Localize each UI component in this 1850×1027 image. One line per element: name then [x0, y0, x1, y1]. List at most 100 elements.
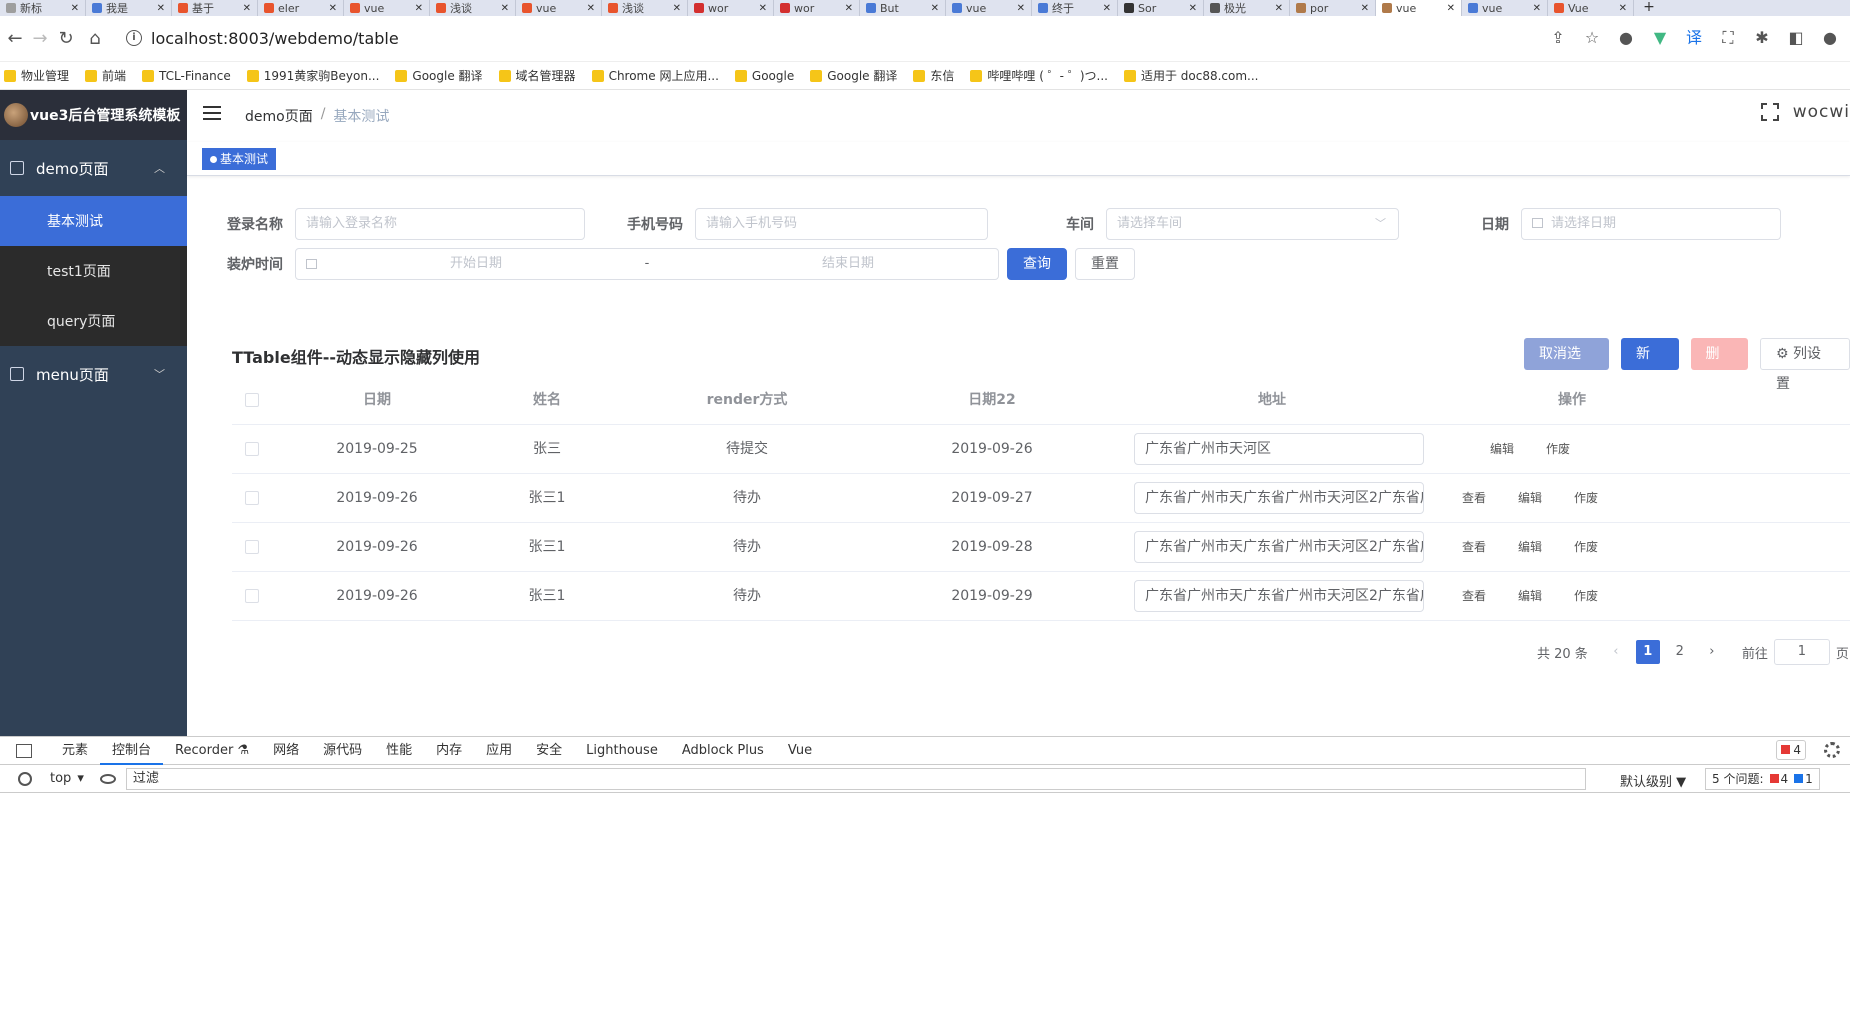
column-header[interactable]: 日期22: [862, 376, 1122, 425]
page-number[interactable]: 1: [1635, 640, 1660, 664]
settings-gear-icon[interactable]: [1824, 742, 1840, 758]
browser-tab[interactable]: vue ✕: [1376, 0, 1462, 16]
column-header[interactable]: render方式: [632, 376, 862, 425]
close-icon[interactable]: ✕: [329, 3, 337, 14]
bookmark-item[interactable]: Google 翻译: [395, 67, 483, 84]
translate-icon[interactable]: 译: [1684, 28, 1704, 48]
browser-tab[interactable]: vue ✕: [946, 0, 1032, 16]
table-row[interactable]: 2019-09-26 张三1 待办 2019-09-29 广东省广州市天广东省广州市天河…: [232, 572, 1850, 621]
table-row[interactable]: 2019-09-26 张三1 待办 2019-09-28 广东省广州市天广东省广州市天河…: [232, 523, 1850, 572]
browser-tab[interactable]: 新标 ✕: [0, 0, 86, 16]
action-link[interactable]: 作废: [1574, 474, 1598, 523]
sidepanel-icon[interactable]: ◧: [1786, 28, 1806, 48]
browser-tab[interactable]: wor ✕: [688, 0, 774, 16]
devtools-tab[interactable]: 元素: [50, 737, 100, 765]
next-page-icon[interactable]: ›: [1700, 640, 1724, 664]
browser-tab[interactable]: eler ✕: [258, 0, 344, 16]
menu-menu[interactable]: menu页面 ﹀: [0, 346, 187, 402]
date-picker[interactable]: 请选择日期: [1521, 208, 1781, 240]
devtools-tab[interactable]: 安全: [524, 737, 574, 765]
clear-console-icon[interactable]: [18, 771, 32, 786]
close-icon[interactable]: ✕: [1619, 3, 1627, 14]
browser-tab[interactable]: 我是 ✕: [86, 0, 172, 16]
home-icon[interactable]: ⌂: [85, 29, 105, 49]
phone-input[interactable]: 请输入手机号码: [695, 208, 988, 240]
new-tab-button[interactable]: +: [1634, 0, 1664, 14]
close-icon[interactable]: ✕: [71, 3, 79, 14]
address-input[interactable]: 广东省广州市天广东省广州市天河区2广东省广州市天河区: [1134, 580, 1424, 612]
action-link[interactable]: 编辑: [1518, 523, 1542, 572]
column-header[interactable]: 日期: [292, 376, 462, 425]
error-count-badge[interactable]: 4: [1776, 740, 1806, 760]
menu-item-basic-test[interactable]: 基本测试: [0, 196, 187, 246]
screenshot-icon[interactable]: ⛶: [1718, 28, 1738, 48]
browser-tab[interactable]: But ✕: [860, 0, 946, 16]
close-icon[interactable]: ✕: [415, 3, 423, 14]
devtools-tab[interactable]: 应用: [474, 737, 524, 765]
devtools-tab[interactable]: Recorder ⚗: [163, 737, 261, 765]
bookmark-item[interactable]: 前端: [85, 67, 126, 84]
context-selector[interactable]: top ▾: [50, 771, 84, 786]
column-settings-button[interactable]: ⚙ 列设置: [1760, 338, 1850, 392]
browser-tab[interactable]: wor ✕: [774, 0, 860, 16]
bookmark-item[interactable]: 适用于 doc88.com...: [1123, 67, 1259, 84]
action-link[interactable]: 作废: [1574, 572, 1598, 621]
action-link[interactable]: 查看: [1462, 572, 1486, 621]
browser-tab[interactable]: 终于 ✕: [1032, 0, 1118, 16]
browser-tab[interactable]: Sor ✕: [1118, 0, 1204, 16]
action-link[interactable]: 查看: [1462, 474, 1486, 523]
extension-icon[interactable]: ●: [1616, 28, 1636, 48]
devtools-tab[interactable]: 性能: [374, 737, 424, 765]
devtools-tab[interactable]: Vue: [776, 737, 824, 765]
menu-demo[interactable]: demo页面 ︿: [0, 140, 187, 196]
browser-tab[interactable]: vue ✕: [516, 0, 602, 16]
browser-tab[interactable]: Vue ✕: [1548, 0, 1634, 16]
action-link[interactable]: 作废: [1574, 523, 1598, 572]
share-icon[interactable]: ⇪: [1548, 28, 1568, 48]
devtools-tab[interactable]: Adblock Plus: [670, 737, 776, 765]
browser-tab[interactable]: vue ✕: [1462, 0, 1548, 16]
address-input[interactable]: 广东省广州市天广东省广州市天河区2广东省广州市天河区: [1134, 531, 1424, 563]
address-bar[interactable]: localhost:8003/webdemo/table: [151, 29, 399, 48]
action-link[interactable]: 编辑: [1518, 572, 1542, 621]
close-icon[interactable]: ✕: [673, 3, 681, 14]
bookmark-item[interactable]: 东信: [913, 67, 954, 84]
cancel-selection-button[interactable]: 取消选中: [1524, 338, 1610, 394]
query-button[interactable]: 查询: [1007, 248, 1067, 280]
log-levels-dropdown[interactable]: 默认级别 ▼: [1620, 771, 1686, 790]
row-checkbox[interactable]: [245, 589, 259, 603]
login-name-input[interactable]: 请输入登录名称: [295, 208, 585, 240]
browser-tab[interactable]: 极光 ✕: [1204, 0, 1290, 16]
browser-tab[interactable]: 浅谈 ✕: [602, 0, 688, 16]
issues-counter[interactable]: 5 个问题: 4 1: [1705, 768, 1820, 790]
close-icon[interactable]: ✕: [1017, 3, 1025, 14]
row-checkbox[interactable]: [245, 491, 259, 505]
action-link[interactable]: 查看: [1462, 523, 1486, 572]
back-icon[interactable]: ←: [5, 29, 25, 49]
column-header[interactable]: 地址: [1122, 376, 1422, 425]
bookmark-item[interactable]: 物业管理: [4, 67, 69, 84]
table-row[interactable]: 2019-09-25 张三 待提交 2019-09-26 广东省广州市天河区 编辑 作废: [232, 425, 1850, 474]
close-icon[interactable]: ✕: [1447, 3, 1455, 14]
bookmark-item[interactable]: Chrome 网上应用...: [591, 67, 719, 84]
delete-button[interactable]: 删除: [1690, 338, 1749, 394]
hamburger-icon[interactable]: [203, 106, 221, 122]
live-expression-eye-icon[interactable]: [99, 773, 116, 784]
close-icon[interactable]: ✕: [1361, 3, 1369, 14]
device-toggle-icon[interactable]: [16, 743, 32, 758]
goto-page-input[interactable]: 1: [1773, 639, 1830, 665]
menu-item-test1[interactable]: test1页面: [0, 246, 187, 296]
action-link[interactable]: 编辑: [1518, 474, 1542, 523]
close-icon[interactable]: ✕: [1533, 3, 1541, 14]
devtools-tab[interactable]: 内存: [424, 737, 474, 765]
bookmark-item[interactable]: Google: [734, 69, 794, 83]
menu-item-query[interactable]: query页面: [0, 296, 187, 346]
workshop-select[interactable]: 请选择车间 ﹀: [1106, 208, 1399, 240]
action-link[interactable]: 作废: [1546, 425, 1570, 474]
select-all-checkbox[interactable]: [245, 393, 259, 407]
forward-icon[interactable]: →: [30, 29, 50, 49]
profile-avatar[interactable]: ●: [1820, 28, 1840, 48]
console-filter-input[interactable]: 过滤: [125, 767, 1586, 790]
vue-devtools-icon[interactable]: ▼: [1650, 28, 1670, 48]
tag-basic-test[interactable]: 基本测试: [202, 148, 277, 170]
